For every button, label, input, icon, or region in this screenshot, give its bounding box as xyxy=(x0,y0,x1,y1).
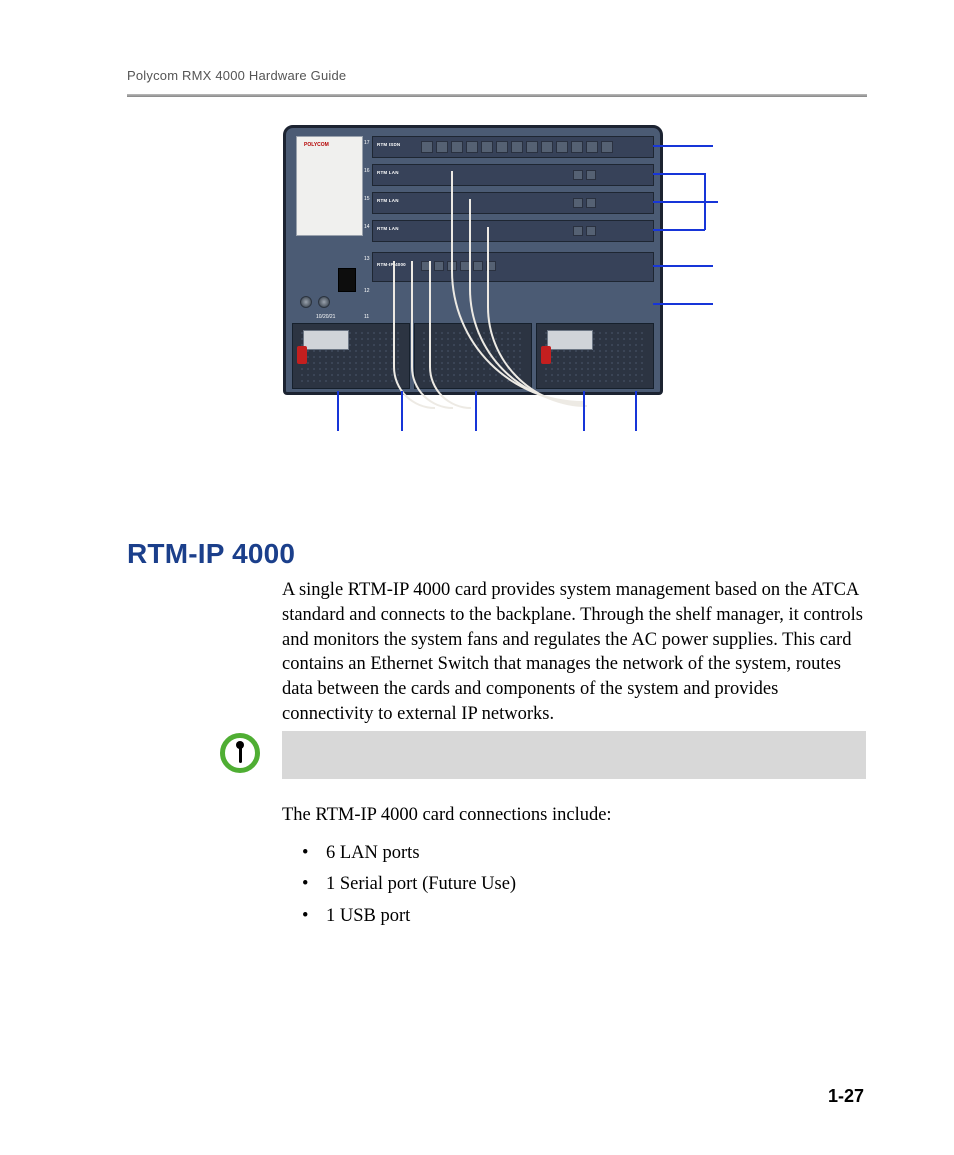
pushpin-icon xyxy=(220,733,260,773)
slot-rtm-lan: RTM LAN xyxy=(372,192,654,214)
section-heading: RTM-IP 4000 xyxy=(127,538,295,570)
list-item: •1 USB port xyxy=(302,901,862,932)
header-rule xyxy=(127,94,867,97)
fan-module xyxy=(414,323,532,389)
callout-line xyxy=(653,303,713,305)
callout-line xyxy=(635,391,637,431)
body-paragraph: The RTM-IP 4000 card connections include… xyxy=(282,803,866,828)
slot-rtm-isdn: RTM ISDN xyxy=(372,136,654,158)
chassis-body: POLYCOM 17 16 15 14 13 12 11 RTM ISDN RT… xyxy=(283,125,663,395)
list-item: •6 LAN ports xyxy=(302,838,862,869)
note-bar xyxy=(282,731,866,779)
slot-number: 15 xyxy=(364,196,370,202)
slot-rtm-lan: RTM LAN xyxy=(372,220,654,242)
power-switch xyxy=(338,268,356,292)
callout-line xyxy=(653,145,713,147)
slot-number: 17 xyxy=(364,140,370,146)
slot-tag: RTM LAN xyxy=(377,170,399,175)
port-row xyxy=(421,141,613,153)
running-header: Polycom RMX 4000 Hardware Guide xyxy=(127,68,346,83)
callout-line xyxy=(475,391,477,431)
slot-tag: RTM ISDN xyxy=(377,142,400,147)
callout-line xyxy=(337,391,339,431)
list-item: •1 Serial port (Future Use) xyxy=(302,869,862,900)
psu-bay xyxy=(292,323,654,389)
brand-label: POLYCOM xyxy=(304,142,329,148)
callout-line xyxy=(401,391,403,431)
bullet-text: 1 Serial port (Future Use) xyxy=(326,869,516,900)
chassis-figure: POLYCOM 17 16 15 14 13 12 11 RTM ISDN RT… xyxy=(283,125,713,415)
slot-tag: RTM-IP 4000 xyxy=(377,262,406,267)
slot-rtm-lan: RTM LAN xyxy=(372,164,654,186)
slot-number: 13 xyxy=(364,256,370,262)
power-label: 10/20/21 xyxy=(316,314,335,320)
bullet-list: •6 LAN ports •1 Serial port (Future Use)… xyxy=(302,838,862,932)
connector-jack xyxy=(300,296,312,308)
callout-line xyxy=(653,229,705,231)
power-supply xyxy=(536,323,654,389)
connector-jack xyxy=(318,296,330,308)
callout-line xyxy=(704,201,718,203)
slot-tag: RTM LAN xyxy=(377,198,399,203)
port-row xyxy=(421,261,496,271)
slot-rtm-ip-4000: RTM-IP 4000 xyxy=(372,252,654,282)
callout-line xyxy=(653,173,705,175)
slot-number: 11 xyxy=(364,314,369,320)
slot-number: 12 xyxy=(364,288,370,294)
slot-number: 14 xyxy=(364,224,370,230)
callout-line xyxy=(653,201,705,203)
body-paragraph: A single RTM-IP 4000 card provides syste… xyxy=(282,578,866,727)
bullet-text: 1 USB port xyxy=(326,901,410,932)
bullet-text: 6 LAN ports xyxy=(326,838,420,869)
page-number: 1-27 xyxy=(828,1086,864,1107)
power-supply xyxy=(292,323,410,389)
slot-number: 16 xyxy=(364,168,370,174)
slot-tag: RTM LAN xyxy=(377,226,399,231)
callout-line xyxy=(653,265,713,267)
document-page: Polycom RMX 4000 Hardware Guide POLYCOM … xyxy=(0,0,954,1155)
callout-line xyxy=(583,391,585,431)
